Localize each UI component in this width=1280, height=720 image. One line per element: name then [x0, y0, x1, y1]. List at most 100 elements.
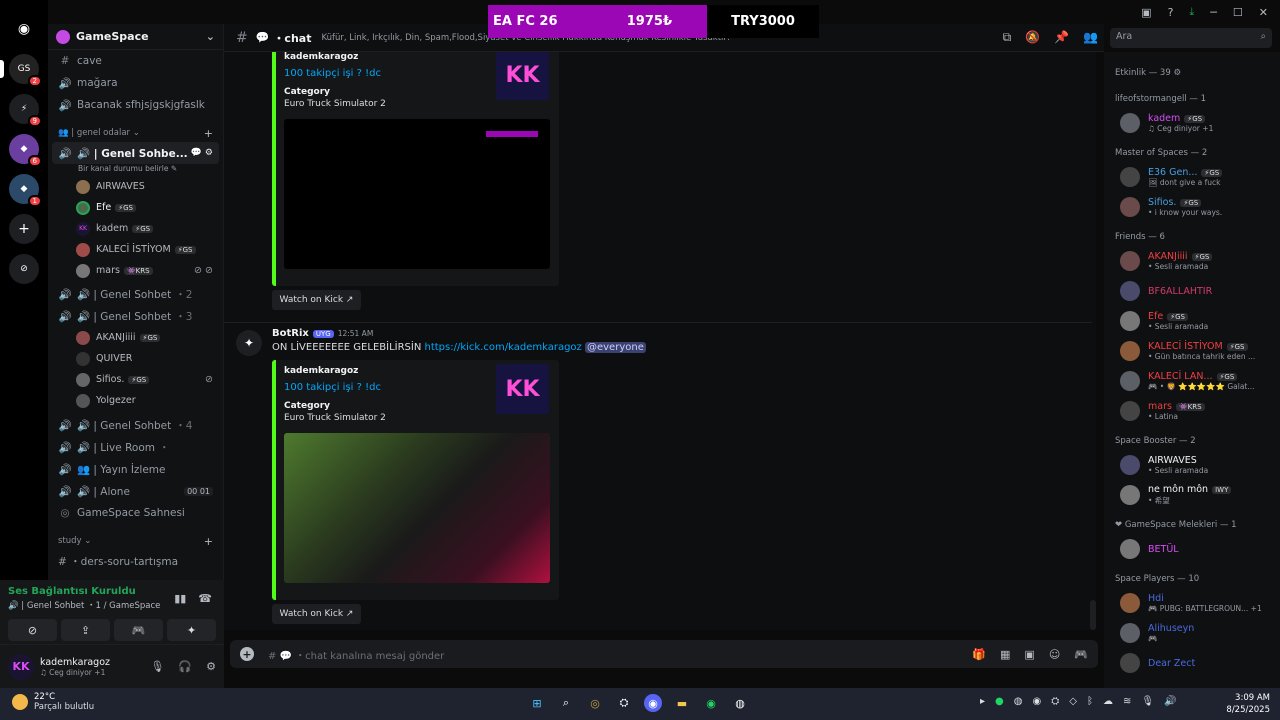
voice-user[interactable]: AKANJiiii ⚡GS [48, 327, 223, 348]
download-icon[interactable]: ⤓ [1189, 5, 1194, 19]
member-item[interactable]: AKANJiiii ⚡GS • Sesli aramada [1104, 246, 1280, 276]
channel-stage[interactable]: ◎ GameSpace Sahnesi [48, 502, 223, 524]
wifi-icon[interactable]: ≋ [1123, 696, 1131, 707]
disconnect-icon[interactable]: ☎ [198, 592, 212, 605]
channel-genel-sohbet-1[interactable]: 🔊 🔊 | Genel Sohbe... 💬 ⚙ [52, 142, 219, 164]
add-server-button[interactable]: + [9, 214, 39, 244]
avatar[interactable]: KK [8, 653, 34, 680]
activity-header[interactable]: Etkinlik — 39 ⚙ [1104, 64, 1280, 82]
channel-yayin-izleme[interactable]: 🔊 👥 | Yayın İzleme [48, 458, 223, 480]
microphone-icon[interactable]: 🎙 [150, 660, 164, 673]
message-composer[interactable]: + # 💬 ・chat kanalına mesaj gönder 🎁 ▦ ▣ … [230, 640, 1098, 668]
search-input[interactable]: Ara ⌕ [1110, 28, 1272, 48]
channel-status[interactable]: Bir kanal durumu belirle ✎ [48, 164, 223, 176]
watch-on-kick-button[interactable]: Watch on Kick ↗ [272, 290, 361, 310]
channel-action-icons[interactable]: 💬 ⚙ [191, 148, 213, 158]
channel-cave[interactable]: # cave [48, 50, 223, 72]
user-info[interactable]: kademkaragoz ♫ Ceg diniyor +1 [40, 657, 110, 677]
spotify-tray-icon[interactable]: ● [995, 696, 1004, 707]
app-icon[interactable]: ◎ [586, 694, 604, 712]
voice-user[interactable]: Efe ⚡GS [48, 197, 223, 218]
clock[interactable]: 3:09 AM 8/25/2025 [1226, 692, 1270, 716]
bot-avatar[interactable]: ✦ [236, 330, 262, 356]
category-genel-odalar[interactable]: 👥 | genel odalar ⌄ + [48, 124, 223, 142]
threads-icon[interactable]: ⧉ [1003, 30, 1012, 45]
member-item[interactable]: Hdi 🎮 PUBG: BATTLEGROUN... +1 [1104, 588, 1280, 618]
message-mention[interactable]: @everyone [584, 342, 646, 353]
help-icon[interactable]: ? [1168, 6, 1174, 19]
notifications-muted-icon[interactable]: 🔕 [1025, 30, 1040, 45]
channel-genel-sohbet-3[interactable]: 🔊 🔊 | Genel Sohbet ・3 [48, 305, 223, 327]
settings-gear-icon[interactable]: ⚙ [206, 660, 216, 673]
tray-icon[interactable]: ◇ [1069, 696, 1077, 707]
channel-genel-sohbet-2[interactable]: 🔊 🔊 | Genel Sohbet ・2 [48, 283, 223, 305]
gift-icon[interactable]: 🎁 [972, 648, 986, 661]
explore-button[interactable]: ⊘ [9, 254, 39, 284]
member-item[interactable]: Dear Zect [1104, 648, 1280, 678]
member-item[interactable]: BETÜL [1104, 534, 1280, 564]
embed-thumbnail[interactable]: KK [496, 364, 549, 414]
server-gamespace[interactable]: GS 2 [0, 54, 42, 87]
steam-tray-icon[interactable]: ⛭ [1051, 696, 1059, 707]
camera-off-button[interactable]: ⊘ [8, 619, 57, 641]
scrollbar[interactable] [1090, 600, 1096, 630]
spotify-icon[interactable]: ◉ [702, 694, 720, 712]
screenshare-button[interactable]: ⇪ [61, 619, 110, 641]
folder-icon[interactable]: ▬ [673, 694, 691, 712]
embed-preview-image[interactable] [284, 433, 550, 583]
category-study[interactable]: study ⌄ + [48, 532, 223, 550]
member-item[interactable]: AIRWAVES • Sesli aramada [1104, 450, 1280, 480]
server-4[interactable]: ◆ 1 [9, 174, 42, 207]
server-3[interactable]: ◆ 6 [9, 134, 42, 167]
member-item[interactable]: Efe ⚡GS • Sesli aramada [1104, 306, 1280, 336]
apps-icon[interactable]: 🎮 [1074, 648, 1088, 661]
members-icon[interactable]: 👥 [1083, 30, 1098, 45]
voice-user[interactable]: KALECİ İSTİYOM ⚡GS [48, 239, 223, 260]
bluetooth-icon[interactable]: ᛒ [1087, 696, 1093, 707]
channel-bacanak[interactable]: 🔊 Bacanak sfhjsjgskjgfaslk [48, 94, 223, 116]
watch-on-kick-button[interactable]: Watch on Kick ↗ [272, 604, 361, 624]
voice-user[interactable]: mars 👾KRS ⊘ ⊘ [48, 260, 223, 281]
channel-magara[interactable]: 🔊 mağara [48, 72, 223, 94]
gif-icon[interactable]: ▦ [1000, 648, 1010, 661]
start-icon[interactable]: ⊞ [528, 694, 546, 712]
channel-live-room[interactable]: 🔊 🔊 | Live Room ・ [48, 436, 223, 458]
discord-tray-icon[interactable]: ◉ [1033, 696, 1042, 707]
add-channel-icon[interactable]: + [204, 127, 213, 140]
volume-icon[interactable]: 🔊 [1164, 696, 1176, 707]
minimize-button[interactable]: ─ [1210, 6, 1217, 19]
emoji-icon[interactable]: ☺ [1049, 648, 1060, 661]
microphone-tray-icon[interactable]: 🎙 [1141, 696, 1154, 707]
member-item[interactable]: KALECİ LAN... ⚡GS 🎮 • 🦁 ⭐⭐⭐⭐⭐ Galat... [1104, 366, 1280, 396]
voice-user[interactable]: QUIVER [48, 348, 223, 369]
inbox-icon[interactable]: ▣ [1141, 6, 1151, 19]
discord-home-button[interactable]: ◉ [9, 14, 39, 44]
maximize-button[interactable]: ☐ [1233, 6, 1243, 19]
voice-user[interactable]: KK kadem ⚡GS [48, 218, 223, 239]
sticker-icon[interactable]: ▣ [1024, 648, 1034, 661]
soundboard-button[interactable]: ✦ [167, 619, 216, 641]
voice-user[interactable]: Sifios. ⚡GS ⊘ [48, 369, 223, 390]
member-item[interactable]: E36 Gen... ⚡GS 🖼 dont give a fuck [1104, 162, 1280, 192]
close-button[interactable]: ✕ [1259, 6, 1268, 19]
activity-button[interactable]: 🎮 [114, 619, 163, 641]
search-icon[interactable]: ⌕ [557, 694, 575, 712]
tray-icon[interactable]: ▸ [980, 696, 985, 707]
add-channel-icon[interactable]: + [204, 535, 213, 548]
embed-preview-image[interactable] [284, 119, 550, 269]
voice-user[interactable]: Yolgezer [48, 390, 223, 411]
voice-user[interactable]: AIRWAVES [48, 176, 223, 197]
noise-suppression-icon[interactable]: ▮▮ [174, 592, 186, 605]
tray-icon[interactable]: ◍ [1014, 696, 1023, 707]
member-item[interactable]: BF6ALLAHTIR [1104, 276, 1280, 306]
member-item[interactable]: KALECİ İSTİYOM ⚡GS • Gün batınca tahrik ed… [1104, 336, 1280, 366]
message-url[interactable]: https://kick.com/kademkaragoz [425, 342, 582, 353]
tray-icon[interactable]: ☁ [1103, 696, 1113, 707]
chrome-icon[interactable]: ◍ [731, 694, 749, 712]
member-item[interactable]: kadem ⚡GS ♫ Ceg diniyor +1 [1104, 108, 1280, 138]
discord-icon[interactable]: ◉ [644, 694, 662, 712]
member-item[interactable]: ne môn môn IWY • 希望 [1104, 480, 1280, 510]
channel-ders-soru[interactable]: # ・ders-soru-tartışma [48, 550, 223, 572]
channel-genel-sohbet-4[interactable]: 🔊 🔊 | Genel Sohbet ・4 [48, 414, 223, 436]
member-item[interactable]: mars 👾KRS • Latina [1104, 396, 1280, 426]
